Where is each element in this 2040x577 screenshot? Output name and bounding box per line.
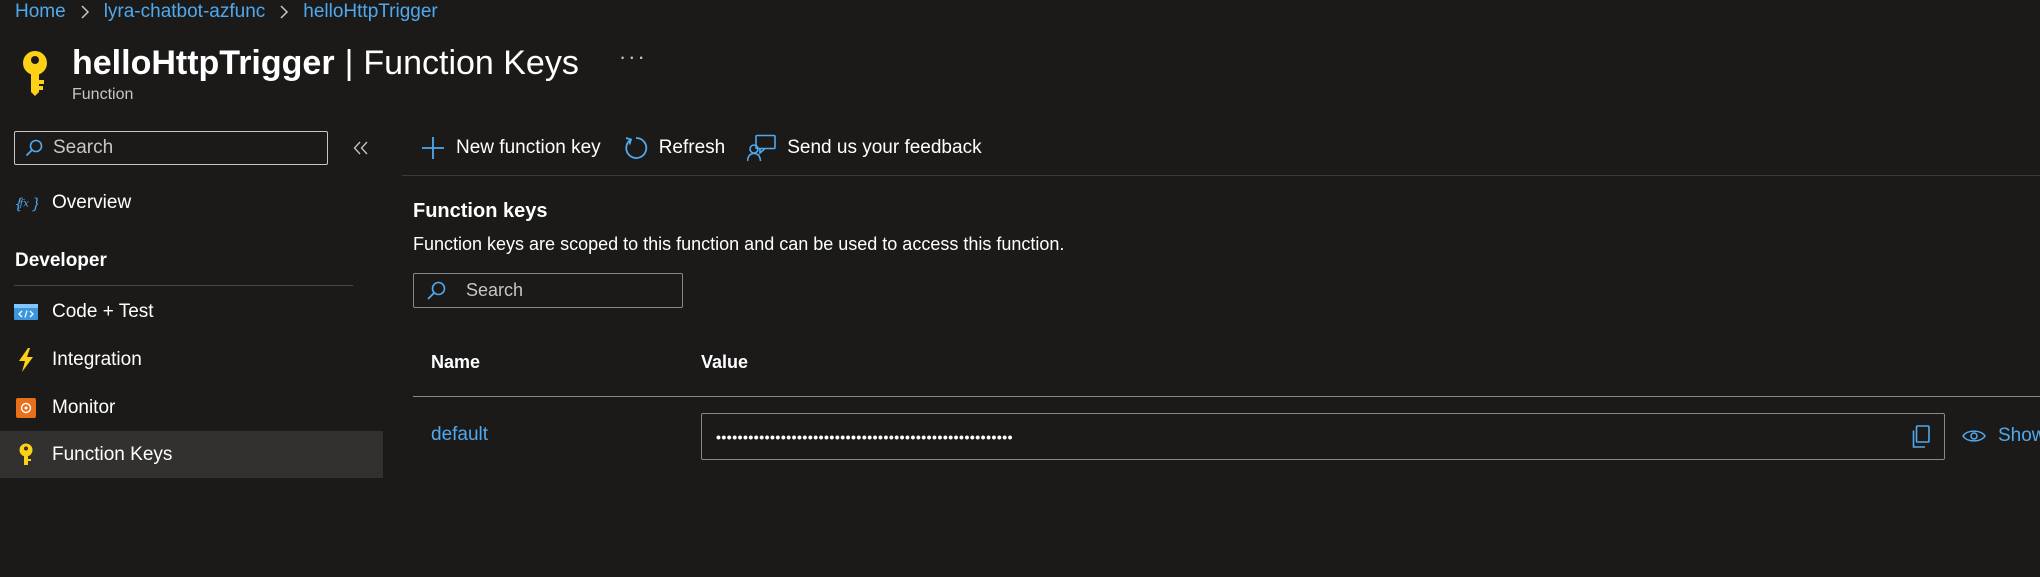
send-feedback-label: Send us your feedback: [787, 137, 982, 158]
show-value-label: Show: [1998, 425, 2040, 446]
sidebar-item-function-keys[interactable]: Function Keys: [0, 431, 383, 478]
breadcrumb: Home lyra-chatbot-azfunc helloHttpTrigge…: [15, 0, 438, 24]
sidebar-item-overview[interactable]: { fx } Overview: [0, 179, 383, 226]
keys-search-box[interactable]: [413, 273, 683, 308]
monitor-icon: [14, 396, 38, 420]
page-title: helloHttpTrigger | Function Keys ···: [72, 38, 647, 88]
key-value-field[interactable]: ••••••••••••••••••••••••••••••••••••••••…: [701, 413, 1945, 460]
page: Home lyra-chatbot-azfunc helloHttpTrigge…: [0, 0, 2040, 577]
breadcrumb-home[interactable]: Home: [15, 1, 66, 23]
double-chevron-left-icon[interactable]: [350, 136, 372, 160]
function-icon: { fx }: [14, 191, 38, 215]
keys-search-input[interactable]: [464, 279, 678, 302]
page-title-function: helloHttpTrigger: [72, 43, 335, 82]
key-value-masked: ••••••••••••••••••••••••••••••••••••••••…: [716, 428, 1014, 445]
refresh-icon: [625, 137, 647, 159]
command-bar-divider: [402, 175, 2040, 176]
breadcrumb-function-app[interactable]: lyra-chatbot-azfunc: [104, 1, 266, 23]
more-options-button[interactable]: ···: [619, 44, 647, 70]
page-title-separator: |: [344, 43, 354, 82]
column-header-value[interactable]: Value: [701, 352, 748, 373]
sidebar-item-integration[interactable]: Integration: [0, 336, 383, 383]
section-title: Function keys: [413, 200, 548, 222]
sidebar-item-code-test[interactable]: Code + Test: [0, 288, 383, 335]
sidebar-item-label: Overview: [52, 191, 132, 213]
key-icon: [18, 50, 52, 96]
sidebar-search-box[interactable]: [14, 131, 328, 165]
new-function-key-label: New function key: [456, 137, 601, 158]
column-header-name[interactable]: Name: [431, 352, 480, 373]
chevron-right-icon: [279, 4, 289, 20]
sidebar-search-input[interactable]: [51, 136, 315, 160]
sidebar-divider: [14, 285, 353, 286]
key-name-link[interactable]: default: [431, 424, 488, 446]
show-value-button[interactable]: Show: [1962, 425, 2040, 447]
search-icon: [427, 281, 446, 300]
command-bar: New function key Refresh Send us your fe…: [420, 128, 1004, 168]
search-icon: [25, 139, 43, 157]
resource-type: Function: [72, 86, 134, 103]
send-feedback-button[interactable]: Send us your feedback: [747, 134, 982, 162]
page-title-blade: Function Keys: [363, 43, 579, 82]
svg-text:}: }: [32, 195, 38, 212]
svg-text:fx: fx: [19, 198, 30, 209]
breadcrumb-function[interactable]: helloHttpTrigger: [303, 1, 437, 23]
feedback-icon: [747, 134, 777, 162]
lightning-icon: [14, 347, 38, 372]
sidebar-item-label: Code + Test: [52, 300, 154, 322]
refresh-button[interactable]: Refresh: [623, 135, 726, 161]
section-description: Function keys are scoped to this functio…: [413, 234, 1065, 254]
chevron-right-icon: [80, 4, 90, 20]
sidebar-item-label: Integration: [52, 348, 142, 370]
copy-icon[interactable]: [1908, 424, 1934, 450]
new-function-key-button[interactable]: New function key: [420, 135, 601, 161]
table-header-divider: [413, 396, 2040, 397]
code-icon: [14, 300, 38, 324]
refresh-label: Refresh: [658, 137, 726, 158]
sidebar-item-monitor[interactable]: Monitor: [0, 384, 383, 431]
sidebar-item-label: Monitor: [52, 396, 116, 418]
sidebar-group-developer: Developer: [15, 250, 107, 271]
eye-icon: [1962, 430, 1986, 442]
plus-icon: [422, 137, 444, 159]
sidebar-item-label: Function Keys: [52, 443, 173, 465]
key-icon: [14, 443, 38, 467]
